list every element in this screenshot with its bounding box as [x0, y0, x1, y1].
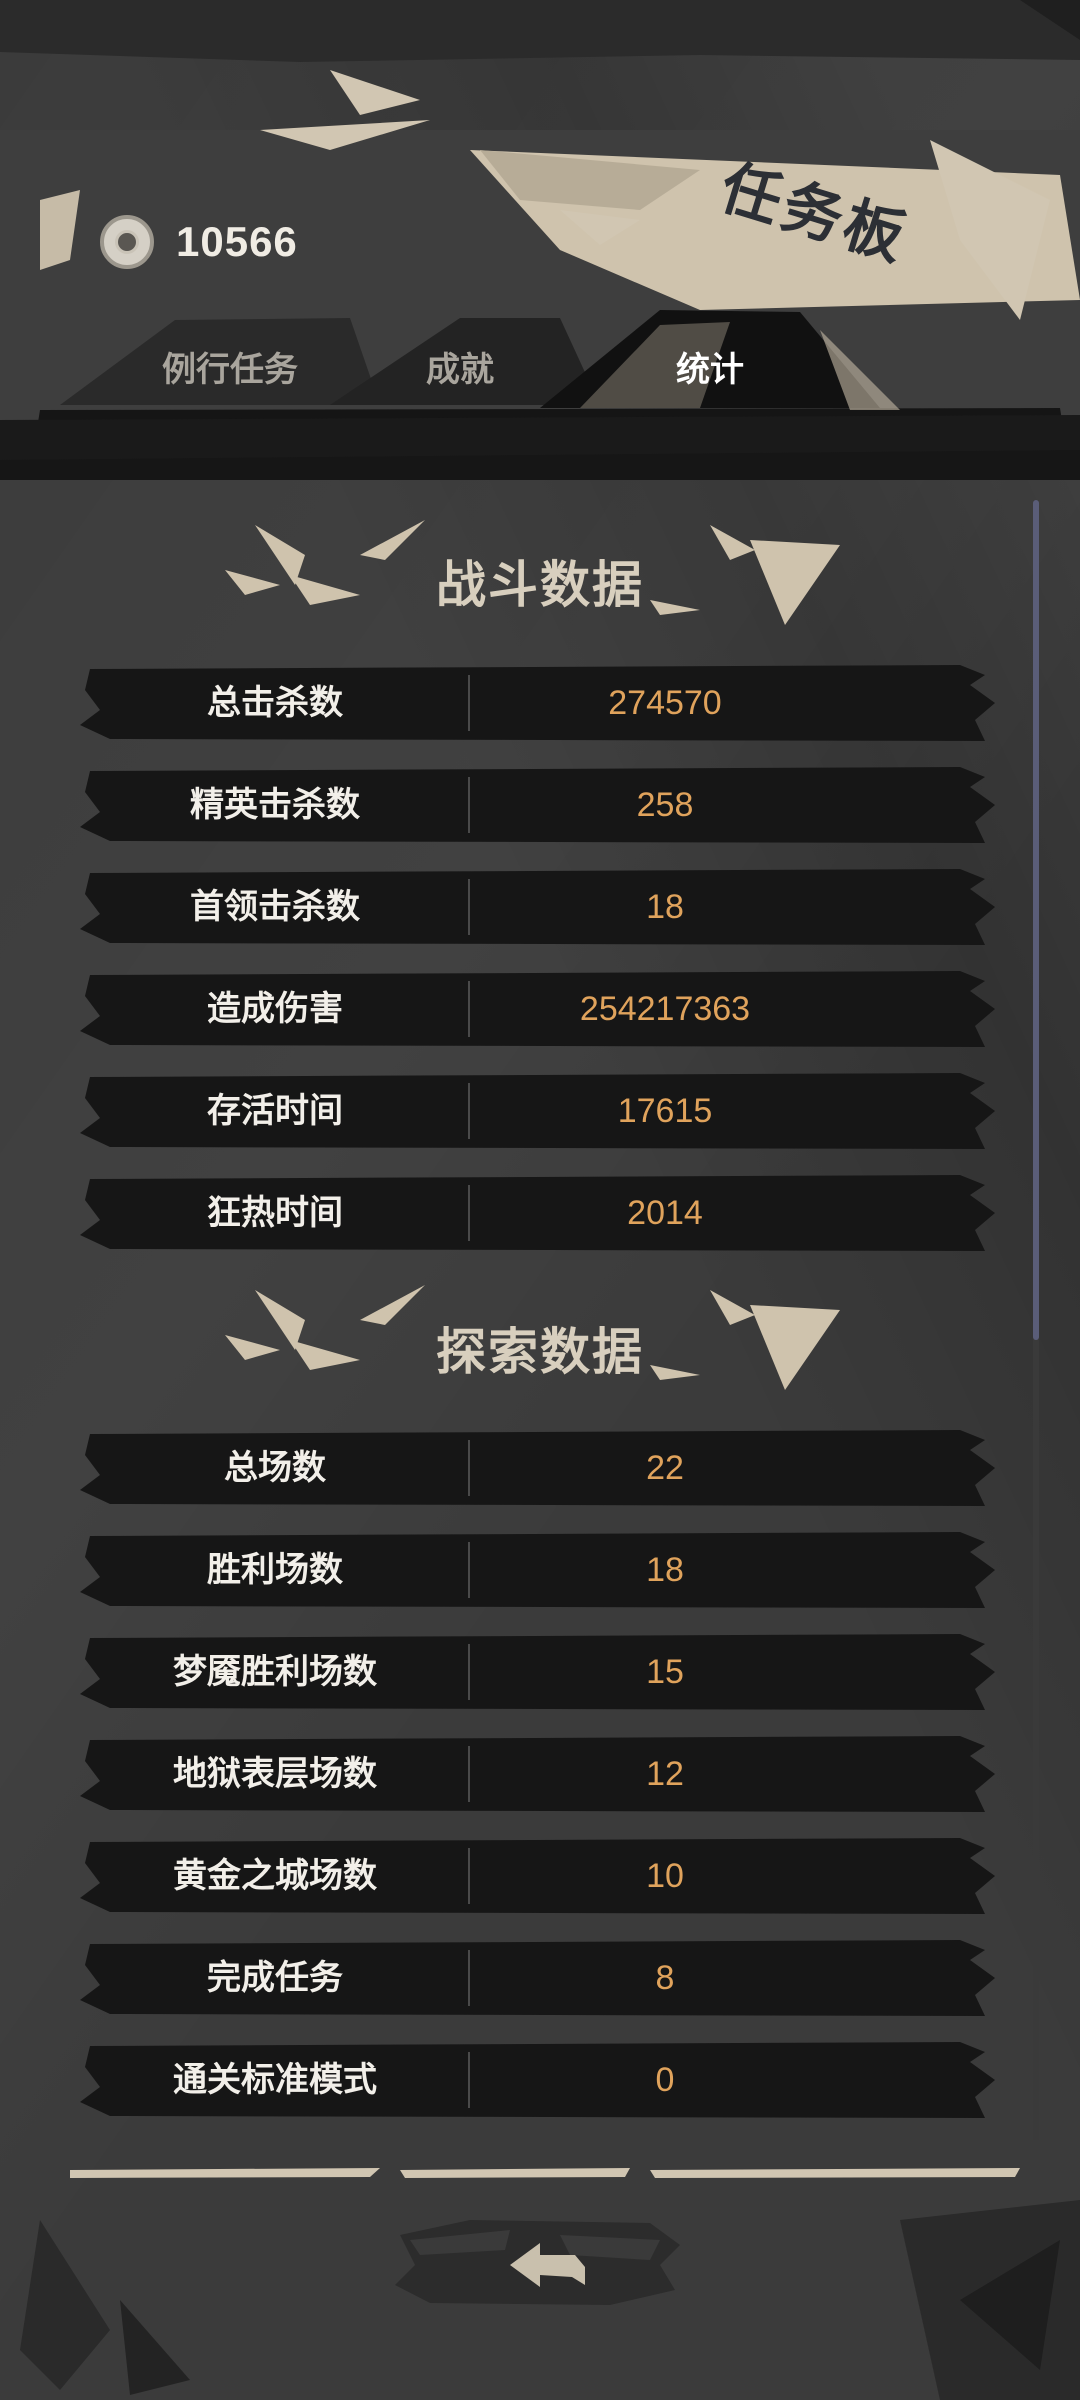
stat-label: 通关标准模式	[173, 2061, 377, 2099]
stat-label: 存活时间	[207, 1092, 343, 1130]
tab-achievements[interactable]: 成就	[380, 330, 540, 410]
stat-value: 0	[655, 2061, 675, 2099]
currency-value: 10566	[176, 218, 298, 265]
currency-display: 10566	[100, 215, 298, 269]
stat-value: 15	[646, 1653, 684, 1691]
stat-value: 18	[646, 1551, 684, 1589]
stat-row-damage-dealt: 造成伤害 254217363	[80, 971, 1000, 1047]
stat-value: 258	[636, 786, 694, 824]
tab-statistics[interactable]: 统计	[610, 330, 810, 410]
stat-label: 地狱表层场数	[173, 1755, 377, 1793]
stat-label: 总场数	[224, 1449, 326, 1487]
stat-value: 22	[646, 1449, 684, 1487]
stat-label: 胜利场数	[207, 1551, 343, 1589]
stat-row-golden-city-matches: 黄金之城场数 10	[80, 1838, 1000, 1914]
stat-row-total-matches: 总场数 22	[80, 1430, 1000, 1506]
stat-row-total-kills: 总击杀数 274570	[80, 665, 1000, 741]
stat-value: 10	[646, 1857, 684, 1895]
stat-label: 黄金之城场数	[173, 1857, 377, 1895]
stat-label: 梦魇胜利场数	[173, 1653, 377, 1691]
stat-value: 2014	[627, 1194, 703, 1232]
stat-label: 完成任务	[207, 1959, 343, 1997]
stat-row-elite-kills: 精英击杀数 258	[80, 767, 1000, 843]
section-title-combat: 战斗数据	[436, 557, 644, 613]
stat-value: 17615	[617, 1092, 713, 1130]
stat-row-boss-kills: 首领击杀数 18	[80, 869, 1000, 945]
section-title-explore: 探索数据	[436, 1324, 644, 1380]
stat-value: 18	[646, 888, 684, 926]
stat-row-standard-mode-clears: 通关标准模式 0	[80, 2042, 1000, 2118]
stat-value: 254217363	[579, 990, 751, 1028]
stat-label: 总击杀数	[207, 684, 343, 722]
stat-row-hell-surface-matches: 地狱表层场数 12	[80, 1736, 1000, 1812]
stat-row-tasks-completed: 完成任务 8	[80, 1940, 1000, 2016]
stat-label: 狂热时间	[207, 1194, 343, 1232]
back-button[interactable]	[390, 2205, 690, 2315]
panel-bottom-border	[70, 2168, 1020, 2178]
stat-value: 8	[655, 1959, 675, 1997]
stat-row-wins: 胜利场数 18	[80, 1532, 1000, 1608]
stat-value: 274570	[608, 684, 722, 722]
stat-row-nightmare-wins: 梦魇胜利场数 15	[80, 1634, 1000, 1710]
stat-row-frenzy-time: 狂热时间 2014	[80, 1175, 1000, 1251]
stat-row-survival-time: 存活时间 17615	[80, 1073, 1000, 1149]
coin-icon	[100, 215, 154, 269]
tab-routine-tasks[interactable]: 例行任务	[120, 330, 340, 410]
stat-label: 造成伤害	[207, 990, 343, 1028]
stat-label: 精英击杀数	[190, 786, 360, 824]
stat-value: 12	[646, 1755, 684, 1793]
tab-bar: 例行任务 成就 统计	[50, 330, 1030, 415]
scrollbar-thumb[interactable]	[1033, 500, 1039, 1340]
stat-label: 首领击杀数	[190, 888, 360, 926]
